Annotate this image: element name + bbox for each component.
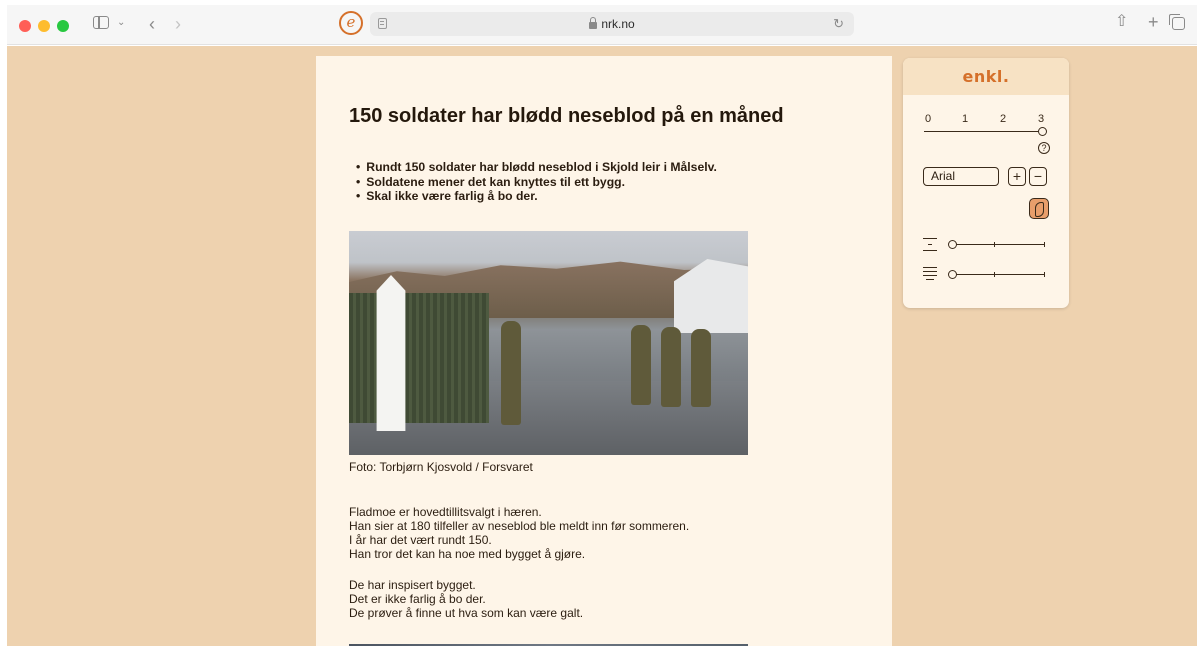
sidebar-icon[interactable] [93,16,109,29]
reload-icon[interactable]: ↻ [833,16,844,32]
address-bar[interactable]: nrk.no ↻ [370,12,854,36]
summary-item: Skal ikke være farlig å bo der. [356,189,717,204]
level-label[interactable]: 0 [925,113,931,125]
photo-caption: Foto: Torbjørn Kjosvold / Forsvaret [349,460,533,474]
paragraph-line: Han tror det kan ha noe med bygget å gjø… [349,547,586,561]
close-window-button[interactable] [19,20,31,32]
paragraph-line: Det er ikke farlig å bo der. [349,592,486,606]
paragraph-line: De prøver å finne ut hva som kan være ga… [349,606,584,620]
paragraph-line: Fladmoe er hovedtillitsvalgt i hæren. [349,505,542,519]
tab-overview-icon[interactable] [1169,14,1185,30]
level-label[interactable]: 1 [962,113,968,125]
word-spacing-icon [923,267,937,281]
share-icon[interactable]: ⇧ [1115,14,1128,30]
article-paragraph: Fladmoe er hovedtillitsvalgt i hæren. Ha… [349,505,689,561]
minimize-window-button[interactable] [38,20,50,32]
article-title: 150 soldater har blødd neseblod på en må… [349,105,784,127]
line-spacing-slider-handle[interactable] [948,240,957,249]
increase-font-size-button[interactable]: + [1008,167,1026,186]
simplification-slider[interactable] [924,131,1042,132]
line-spacing-icon [923,238,937,252]
lock-icon [589,17,598,29]
level-label[interactable]: 2 [1000,113,1006,125]
simplification-level-labels: 0 1 2 3 [925,113,1045,127]
chevron-down-icon[interactable]: ⌄ [117,18,125,28]
decrease-font-size-button[interactable]: − [1029,167,1047,186]
enkl-panel: enkl. 0 1 2 3 ? Arial + − [903,58,1069,308]
enkl-logo: enkl. [962,67,1010,86]
chevron-right-icon[interactable]: › [175,15,181,33]
zoom-window-button[interactable] [57,20,69,32]
url-text: nrk.no [601,17,635,31]
paragraph-line: Han sier at 180 tilfeller av neseblod bl… [349,519,690,533]
article: 150 soldater har blødd neseblod på en må… [316,56,892,646]
simplification-slider-handle[interactable] [1038,127,1047,136]
article-summary: Rundt 150 soldater har blødd neseblod i … [356,160,717,204]
line-spacing-slider[interactable] [948,240,1045,249]
page-viewport: 150 soldater har blødd neseblod på en må… [7,46,1197,646]
font-select[interactable]: Arial [923,167,999,186]
summary-item: Rundt 150 soldater har blødd neseblod i … [356,160,717,175]
chevron-left-icon[interactable]: ‹ [149,15,155,33]
article-paragraph: De har inspisert bygget. Det er ikke far… [349,578,583,620]
enkl-extension-icon[interactable]: e [339,11,363,35]
browser-toolbar: ⌄ ‹ › e nrk.no ↻ ⇧ + [7,5,1197,45]
color-theme-button[interactable] [1029,198,1049,219]
help-icon[interactable]: ? [1038,142,1050,154]
word-spacing-slider[interactable] [948,270,1045,279]
paragraph-line: De har inspisert bygget. [349,578,476,592]
article-photo [349,231,748,455]
summary-item: Soldatene mener det kan knyttes til ett … [356,175,717,190]
word-spacing-slider-handle[interactable] [948,270,957,279]
plus-icon[interactable]: + [1148,13,1159,31]
panel-header: enkl. [903,58,1069,95]
level-label[interactable]: 3 [1038,113,1044,125]
paragraph-line: I år har det vært rundt 150. [349,533,492,547]
